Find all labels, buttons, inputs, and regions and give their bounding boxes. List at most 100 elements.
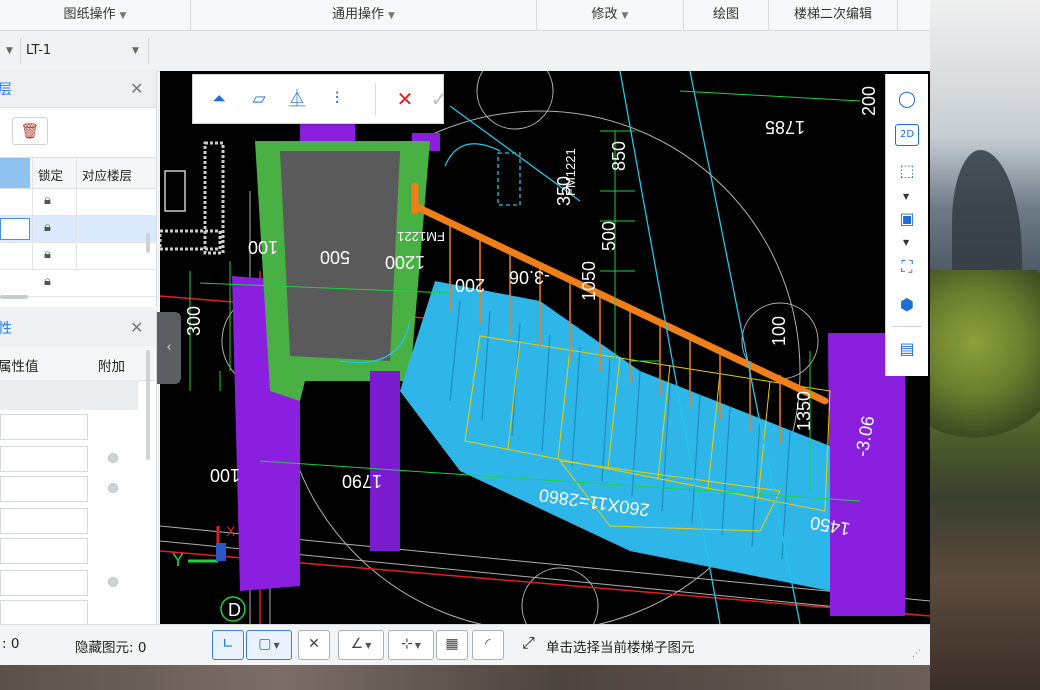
display-toggle-button[interactable]: ▦ <box>436 630 468 660</box>
angle-snap-button[interactable]: ∠ ▼ <box>338 630 384 660</box>
ribbon-group-drawing-ops[interactable]: 图纸操作 ▼ <box>0 0 191 30</box>
lock-icon[interactable]: 🔒︎ <box>44 220 51 235</box>
drawing-canvas[interactable]: 1785 200 850 350 500 1050 1200 -3.06 500… <box>160 71 930 624</box>
dim-label: 200 <box>455 275 485 295</box>
desktop-wallpaper-bottom <box>0 664 930 690</box>
landing-icon[interactable]: ▱ <box>245 85 273 113</box>
axis-label-d: D <box>228 600 241 620</box>
property-value-field[interactable] <box>0 476 88 502</box>
ribbon-group-modify[interactable]: 修改 ▼ <box>537 0 684 30</box>
column-divider <box>76 157 77 269</box>
stair-beam-icon[interactable]: ⏅ <box>283 85 311 113</box>
ribbon-group-label: 楼梯二次编辑 <box>793 7 872 22</box>
layer-table-header: 锁定 对应楼层 <box>0 157 156 189</box>
column-header-value: 属性值 <box>0 359 39 375</box>
select-all-cell[interactable] <box>0 158 30 188</box>
column-header-extra: 附加 <box>98 359 125 375</box>
toolbar-divider <box>375 83 376 115</box>
stair-model-drawing: 1785 200 850 350 500 1050 1200 -3.06 500… <box>160 71 930 624</box>
table-row[interactable]: 🔒︎ <box>0 243 156 270</box>
chevron-down-icon[interactable]: ▼ <box>903 238 909 247</box>
resize-grip-icon[interactable]: ⋰ <box>912 649 921 659</box>
snap-point-button[interactable]: ⊹ ▼ <box>388 630 434 660</box>
cross-icon: ✕ <box>308 636 320 652</box>
curve-icon: ◜ <box>485 636 491 652</box>
property-value-field[interactable] <box>0 508 88 534</box>
curve-button[interactable]: ◜ <box>472 630 504 660</box>
name-cell-editor[interactable] <box>0 218 30 240</box>
chevron-down-icon: ▼ <box>132 46 139 56</box>
cancel-icon[interactable]: ✕ <box>391 85 419 113</box>
dim-label: 1350 <box>794 391 814 431</box>
selector-toolbar: ▼ LT-1 ▼ <box>0 31 930 72</box>
property-value-field[interactable] <box>0 570 88 596</box>
stair-flight-icon[interactable]: ⏶ <box>205 85 233 113</box>
ribbon-group-stair-edit[interactable]: 楼梯二次编辑 <box>769 0 898 30</box>
property-table-header: 属性值 附加 <box>0 346 156 381</box>
select-mode-button[interactable]: ▢ ▼ <box>246 630 292 660</box>
axis-label-y: Y <box>172 550 184 570</box>
layer-panel: 层 ✕ 🗑 锁定 对应楼层 🔒︎ 🔒︎ 🔒︎ 🔒︎ <box>0 71 157 307</box>
property-value-field[interactable] <box>0 600 88 626</box>
orbit-icon[interactable]: ◯ <box>893 86 921 112</box>
panel-collapse-handle[interactable]: ‹ <box>157 312 181 384</box>
expand-arrows-icon: ⤢ <box>522 633 535 652</box>
view-cube-icon[interactable]: ⬢ <box>893 292 921 318</box>
wallpaper-grass <box>930 270 1040 450</box>
ortho-icon: ∟ <box>222 636 234 652</box>
ortho-toggle[interactable]: ∟ <box>212 630 244 660</box>
chevron-down-icon: ▼ <box>365 641 372 650</box>
ribbon-group-general-ops[interactable]: 通用操作 ▼ <box>191 0 537 30</box>
close-icon[interactable]: ✕ <box>130 79 143 98</box>
angle-icon: ∠ <box>350 636 364 652</box>
property-value-field[interactable] <box>0 414 88 440</box>
stair-combo[interactable]: LT-1 ▼ <box>26 38 146 64</box>
display-settings-icon[interactable]: ▤ <box>893 336 921 362</box>
railing-icon[interactable]: ⫶ <box>323 85 351 113</box>
axis-label-x: X <box>226 523 236 539</box>
extra-checkbox[interactable] <box>108 577 118 587</box>
dim-label: 1785 <box>765 117 805 137</box>
desktop-wallpaper <box>930 0 1040 690</box>
table-row[interactable]: 🔒︎ <box>0 270 156 297</box>
property-value-field[interactable] <box>0 538 88 564</box>
delete-button[interactable]: 🗑 <box>12 117 48 145</box>
2d-view-icon[interactable]: 2D <box>895 124 919 146</box>
floor-combo[interactable]: ▼ <box>0 38 20 64</box>
lock-icon[interactable]: 🔒︎ <box>44 274 51 289</box>
layer-panel-header: 层 ✕ <box>0 71 156 108</box>
extra-checkbox[interactable] <box>108 453 118 463</box>
cross-select-button[interactable]: ✕ <box>298 630 330 660</box>
lock-icon[interactable]: 🔒︎ <box>44 193 51 208</box>
solid-box-icon[interactable]: ▣ <box>893 206 921 232</box>
fullscreen-icon[interactable]: ⛶ <box>893 254 921 280</box>
horizontal-scrollbar[interactable] <box>0 295 28 299</box>
dim-label: 100 <box>248 237 278 257</box>
monitor-icon: ▦ <box>445 636 459 652</box>
confirm-icon[interactable]: ✓ <box>425 85 453 113</box>
layer-table: 锁定 对应楼层 🔒︎ 🔒︎ 🔒︎ 🔒︎ <box>0 157 156 297</box>
3d-box-icon[interactable]: ⬚ <box>893 158 921 184</box>
ribbon-group-label: 修改 <box>591 7 618 22</box>
table-row[interactable]: 🔒︎ <box>0 189 156 216</box>
ribbon-group-draw[interactable]: 绘图 <box>684 0 769 30</box>
dim-label: 100 <box>769 316 789 346</box>
ribbon-group-label: 通用操作 <box>332 7 385 22</box>
table-row[interactable]: 🔒︎ <box>0 216 156 243</box>
snap-icon: ⊹ <box>401 636 413 652</box>
close-icon[interactable]: ✕ <box>130 318 143 337</box>
chevron-down-icon[interactable]: ▼ <box>903 192 909 201</box>
property-value-field[interactable] <box>0 446 88 472</box>
dim-label: 1050 <box>579 261 599 301</box>
hidden-count: 隐藏图元: 0 <box>75 640 147 656</box>
layer-panel-title: 层 <box>0 82 12 98</box>
combo-divider <box>20 38 21 64</box>
dim-label: 200 <box>859 86 879 116</box>
extra-checkbox[interactable] <box>108 483 118 493</box>
column-divider <box>32 157 33 269</box>
stair-combo-value: LT-1 <box>26 43 52 58</box>
vertical-scrollbar[interactable] <box>146 233 150 253</box>
vertical-scrollbar[interactable] <box>146 350 150 460</box>
property-panel: 性 ✕ 属性值 附加 <box>0 310 157 626</box>
lock-icon[interactable]: 🔒︎ <box>44 247 51 262</box>
